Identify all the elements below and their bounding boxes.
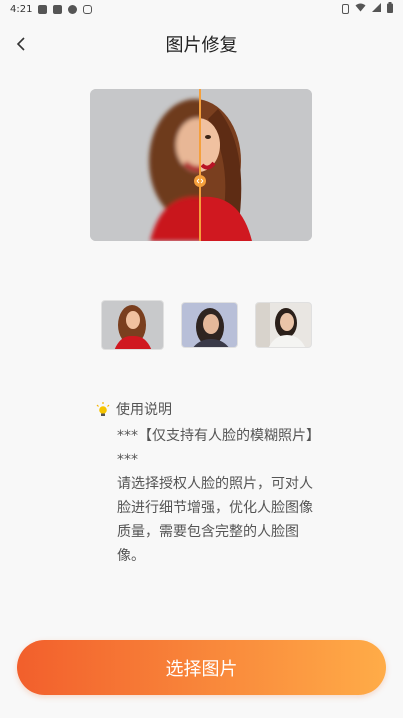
status-bar: 4:21 [0, 0, 403, 18]
gallery-icon [38, 4, 48, 14]
instructions-header: 使用说明 [96, 398, 316, 422]
vibrate-icon [342, 4, 349, 14]
thumbnail-sample-2[interactable] [181, 302, 238, 348]
lightbulb-icon [96, 402, 110, 416]
signal-icon [372, 3, 381, 15]
status-left: 4:21 [10, 3, 93, 15]
bug-icon [83, 4, 93, 14]
thumbnail-sample-1[interactable] [101, 300, 164, 350]
chevron-left-icon [16, 37, 25, 51]
back-button[interactable] [10, 32, 34, 56]
wifi-icon [355, 3, 366, 15]
preview-illustration [90, 89, 312, 241]
usage-instructions: 使用说明 ***【仅支持有人脸的模糊照片】*** 请选择授权人脸的照片，可对人脸… [96, 398, 316, 568]
thumbnail-list [101, 300, 312, 350]
page-title: 图片修复 [165, 35, 238, 56]
status-time: 4:21 [10, 3, 33, 15]
preview-image[interactable] [90, 89, 312, 241]
thumbnail-sample-3[interactable] [255, 302, 312, 348]
instructions-line-2: 请选择授权人脸的照片，可对人脸进行细节增强，优化人脸图像质量，需要包含完整的人脸… [117, 476, 313, 564]
battery-icon [387, 2, 393, 16]
a-icon [53, 4, 63, 14]
instructions-line-1: ***【仅支持有人脸的模糊照片】*** [117, 428, 313, 468]
instructions-body: ***【仅支持有人脸的模糊照片】*** 请选择授权人脸的照片，可对人脸进行细节增… [96, 424, 316, 568]
app-header: 图片修复 [0, 22, 403, 66]
status-right [342, 2, 393, 16]
instructions-title: 使用说明 [116, 402, 172, 418]
chat-icon [68, 4, 78, 14]
select-image-button[interactable]: 选择图片 [17, 640, 386, 695]
compare-handle-icon [194, 175, 206, 187]
